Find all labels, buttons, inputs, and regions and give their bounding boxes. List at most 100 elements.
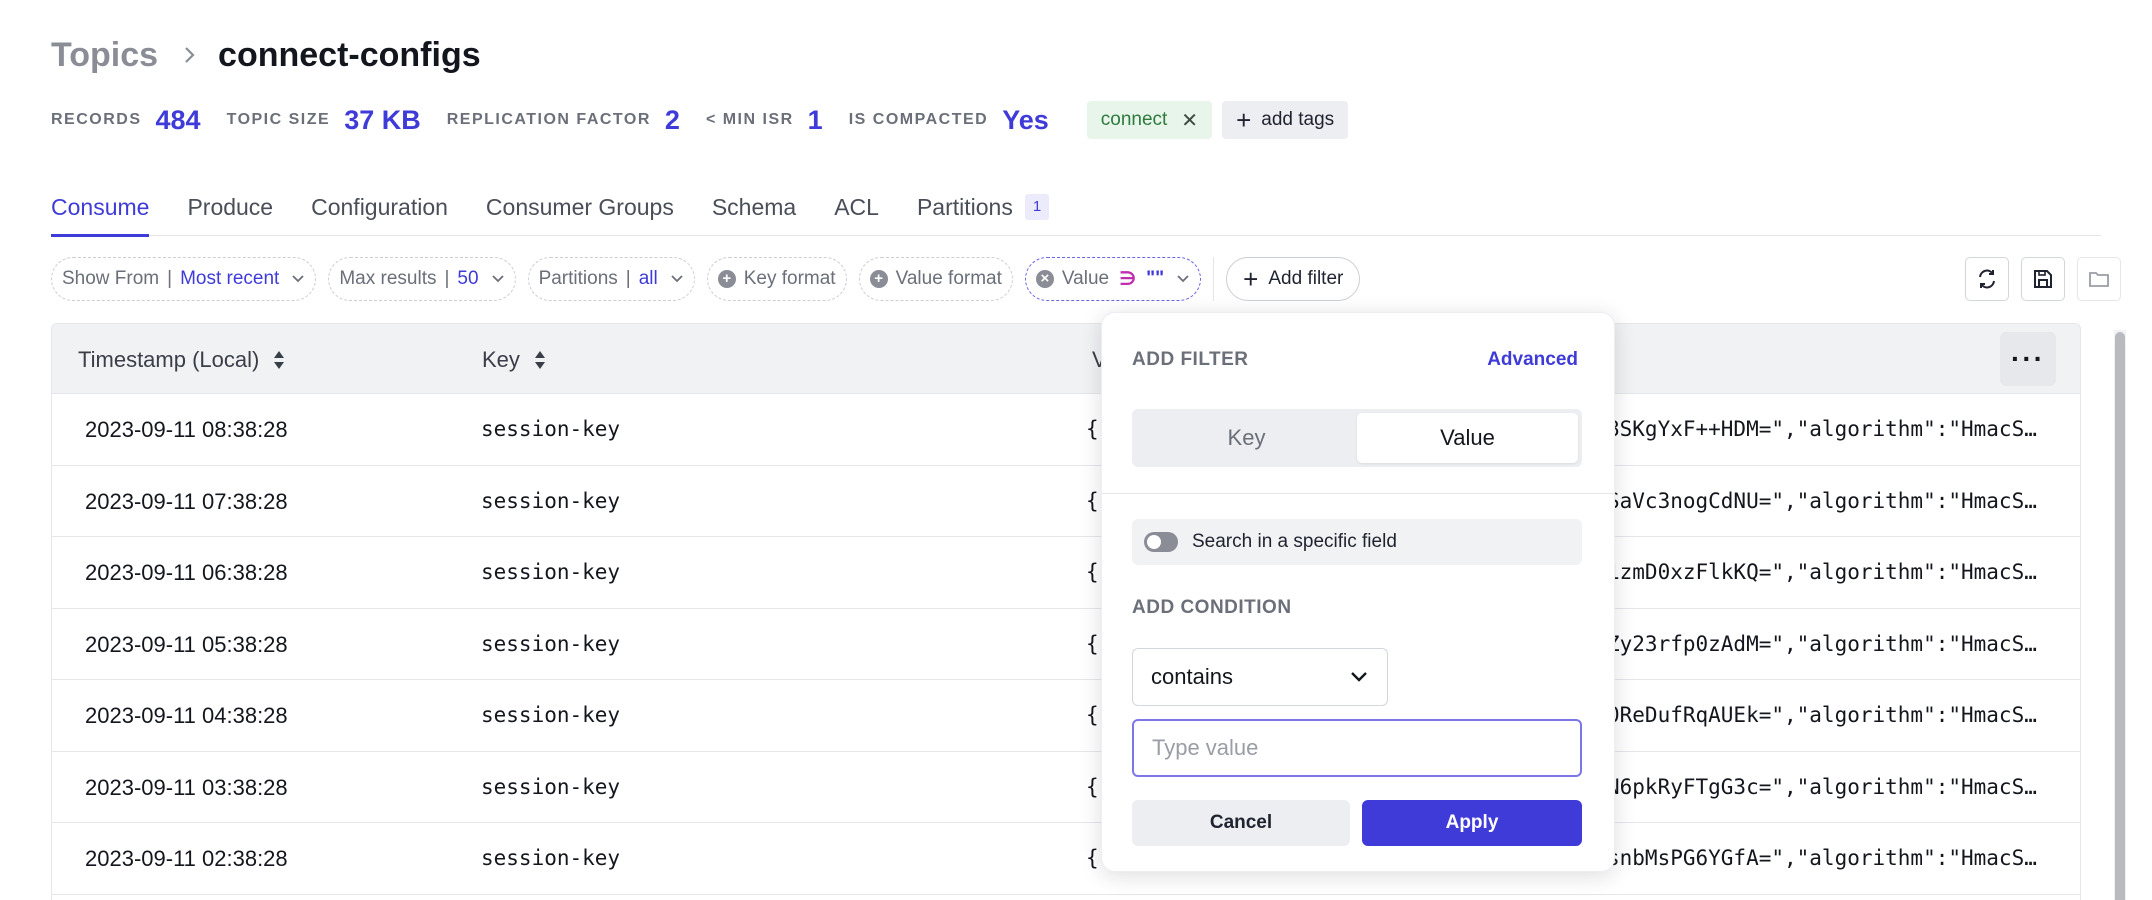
tab-bar: Consume Produce Configuration Consumer G… (51, 188, 2101, 237)
chip-separator: | (444, 268, 450, 289)
table-row[interactable]: 2023-09-11 07:38:28 session-key { SaVc3n… (52, 466, 2080, 537)
operator-icon: ∋ (1119, 268, 1137, 290)
table-row[interactable]: 2023-09-11 08:38:28 session-key { 8SKgYx… (52, 394, 2080, 466)
tab-acl[interactable]: ACL (834, 188, 879, 236)
cell-key: session-key (481, 560, 621, 584)
table-row[interactable]: 2023-09-11 03:38:28 session-key { N6pkRy… (52, 752, 2080, 823)
toggle-switch[interactable] (1144, 532, 1178, 552)
cell-value: 8SKgYxF++HDM=","algorithm":"HmacSHA256"} (1607, 417, 2047, 441)
plus-icon: + (1236, 105, 1252, 135)
page-title: connect-configs (218, 35, 481, 74)
cell-timestamp: 2023-09-11 05:38:28 (85, 631, 288, 657)
breadcrumb: Topics connect-configs (51, 30, 481, 80)
tab-label: Schema (711, 194, 797, 220)
folder-icon (2089, 272, 2109, 287)
tab-label: ACL (834, 194, 879, 220)
save-button[interactable] (2021, 257, 2065, 301)
cell-value: snbMsPG6YGfA=","algorithm":"HmacSHA256"} (1607, 846, 2047, 870)
column-header-timestamp[interactable]: Timestamp (Local) (78, 347, 285, 373)
column-header-key[interactable]: Key (482, 347, 546, 373)
cell-value: SaVc3nogCdNU=","algorithm":"HmacSHA256"} (1607, 488, 2047, 513)
max-results-dropdown[interactable]: Max results | 50 (328, 257, 516, 301)
key-format-button[interactable]: + Key format (706, 257, 847, 301)
close-circle-icon[interactable]: × (1035, 270, 1054, 288)
segment-key[interactable]: Key (1136, 413, 1357, 463)
tab-schema[interactable]: Schema (712, 188, 796, 236)
cell-timestamp: 2023-09-11 02:38:28 (85, 846, 288, 871)
stat-is-compacted: IS COMPACTED Yes (849, 105, 1049, 136)
sort-icon (274, 351, 285, 369)
table-row[interactable]: 2023-09-11 05:38:28 session-key { Zy23rf… (52, 609, 2080, 680)
advanced-link[interactable]: Advanced (1487, 349, 1578, 371)
add-filter-label: Add filter (1268, 268, 1344, 289)
stat-label: < MIN ISR (705, 111, 794, 128)
tag-connect: connect ✕ (1086, 101, 1213, 139)
stat-value: Yes (1002, 104, 1049, 135)
chip-value: 50 (457, 268, 479, 289)
close-icon[interactable]: ✕ (1181, 108, 1198, 133)
breadcrumb-topics-link[interactable]: Topics (51, 36, 158, 75)
table-header: Timestamp (Local) Key V ··· (52, 324, 2080, 394)
cell-value: 0ReDufRqAUEk=","algorithm":"HmacSHA256"} (1607, 703, 2047, 727)
chip-label: Value (1061, 268, 1110, 289)
table-row[interactable]: 2023-09-11 02:38:28 session-key { snbMsP… (52, 823, 2080, 895)
plus-circle-icon: + (717, 270, 736, 288)
scrollbar-thumb[interactable] (2115, 332, 2125, 900)
cell-value-start: { (1086, 631, 1099, 656)
tab-consume[interactable]: Consume (51, 188, 150, 237)
table-scrollbar[interactable] (2114, 330, 2126, 900)
cell-value-start: { (1086, 560, 1099, 584)
cancel-button[interactable]: Cancel (1132, 800, 1350, 846)
apply-button[interactable]: Apply (1362, 800, 1582, 846)
cell-value: Zy23rfp0zAdM=","algorithm":"HmacSHA256"} (1607, 631, 2047, 656)
table-row[interactable]: 2023-09-11 06:38:28 session-key { 1zmD0x… (52, 537, 2080, 609)
cell-key: session-key (481, 631, 621, 656)
cell-timestamp: 2023-09-11 06:38:28 (85, 560, 288, 585)
stat-value: 484 (155, 104, 201, 135)
tab-partitions[interactable]: Partitions 1 (916, 188, 1050, 236)
tab-consumer-groups[interactable]: Consumer Groups (486, 188, 674, 236)
segment-value[interactable]: Value (1357, 413, 1578, 463)
divider (1102, 493, 1614, 494)
add-tags-label: add tags (1261, 109, 1335, 130)
stat-label: REPLICATION FACTOR (446, 111, 651, 128)
chip-value: all (638, 268, 658, 289)
cell-timestamp: 2023-09-11 04:38:28 (85, 703, 288, 728)
toolbar-actions (1953, 257, 2121, 301)
chevron-down-icon (1177, 275, 1189, 283)
condition-select[interactable]: contains (1132, 648, 1388, 706)
refresh-button[interactable] (1965, 257, 2009, 301)
value-format-button[interactable]: + Value format (858, 257, 1013, 301)
save-icon (2034, 270, 2052, 288)
add-filter-button[interactable]: + Add filter (1226, 257, 1361, 301)
stat-label: TOPIC SIZE (226, 111, 331, 128)
tab-produce[interactable]: Produce (187, 188, 273, 236)
plus-icon: + (1243, 264, 1259, 294)
partitions-dropdown[interactable]: Partitions | all (527, 257, 695, 301)
cell-value-start: { (1086, 703, 1099, 727)
popover-title: ADD FILTER (1132, 349, 1249, 370)
chip-label: Show From (62, 268, 160, 289)
table-row[interactable]: 2023-09-11 04:38:28 session-key { 0ReDuf… (52, 680, 2080, 752)
filter-bar: Show From | Most recent Max results | 50… (51, 257, 1361, 301)
more-icon[interactable]: ··· (2000, 332, 2056, 386)
chip-value: Most recent (180, 268, 280, 289)
load-filters-button[interactable] (2077, 257, 2121, 301)
stat-value: 37 KB (344, 104, 421, 135)
chevron-right-icon (185, 47, 195, 63)
cell-key: session-key (481, 703, 621, 727)
tab-configuration[interactable]: Configuration (311, 188, 448, 236)
refresh-icon (1979, 269, 1995, 289)
cell-value-start: { (1086, 417, 1099, 441)
value-filter-chip[interactable]: × Value ∋ "" (1024, 257, 1202, 301)
chevron-down-icon (1351, 672, 1367, 682)
filter-value-input[interactable] (1132, 719, 1582, 777)
chip-label: Key format (743, 268, 836, 289)
specific-field-toggle-row[interactable]: Search in a specific field (1132, 519, 1582, 565)
stat-label: RECORDS (51, 111, 142, 128)
column-header-label: Key (482, 347, 520, 372)
tab-label: Partitions (916, 194, 1013, 220)
show-from-dropdown[interactable]: Show From | Most recent (51, 257, 317, 301)
add-tags-button[interactable]: + add tags (1222, 101, 1349, 139)
tab-label: Produce (187, 194, 274, 220)
